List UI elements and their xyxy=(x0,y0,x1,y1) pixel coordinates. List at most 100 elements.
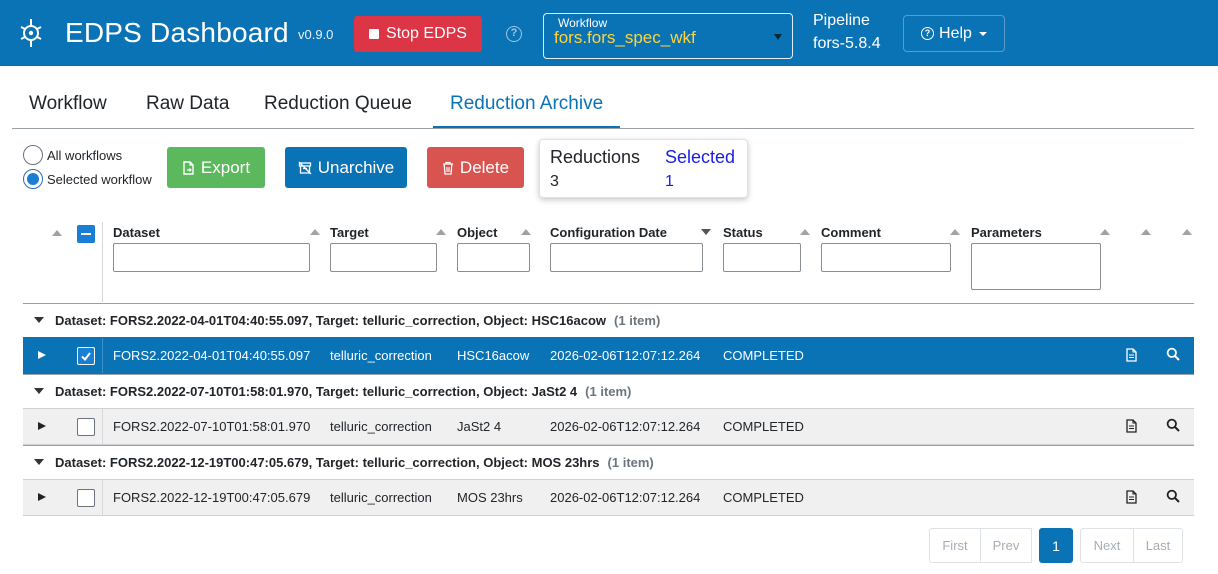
group-title: Dataset: FORS2.2022-07-10T01:58:01.970, … xyxy=(55,384,631,399)
column-header-target[interactable]: Target xyxy=(330,225,369,240)
caret-down-icon[interactable] xyxy=(34,317,44,323)
tab-reduction-archive[interactable]: Reduction Archive xyxy=(433,86,621,128)
radio-all-workflows[interactable]: All workflows xyxy=(23,145,122,165)
select-all-checkbox[interactable] xyxy=(77,225,95,243)
selected-count-label: Selected xyxy=(665,147,736,167)
eso-logo-icon xyxy=(20,19,42,47)
checkmark-icon xyxy=(81,352,91,362)
unarchive-button[interactable]: Unarchive xyxy=(285,147,407,188)
filter-configuration-date-input[interactable] xyxy=(550,243,703,272)
sort-icon[interactable] xyxy=(800,229,810,235)
search-icon[interactable] xyxy=(1166,489,1180,503)
column-header-status[interactable]: Status xyxy=(723,225,763,240)
column-divider xyxy=(102,338,103,373)
search-icon[interactable] xyxy=(1166,418,1180,432)
unarchive-icon xyxy=(298,161,312,174)
sort-icon[interactable] xyxy=(950,229,960,235)
sort-icon[interactable] xyxy=(521,229,531,235)
sort-icon[interactable] xyxy=(1182,229,1192,235)
tab-workflow[interactable]: Workflow xyxy=(12,86,124,128)
row-checkbox[interactable] xyxy=(77,347,95,365)
document-icon[interactable] xyxy=(1126,490,1137,504)
export-button[interactable]: Export xyxy=(167,147,265,188)
group-header-row[interactable]: Dataset: FORS2.2022-04-01T04:40:55.097, … xyxy=(23,303,1194,337)
group-header-row[interactable]: Dataset: FORS2.2022-12-19T00:47:05.679, … xyxy=(23,445,1194,479)
workflow-select-value: fors.fors_spec_wkf xyxy=(554,28,696,47)
cell-target: telluric_correction xyxy=(330,490,432,505)
workflow-select[interactable]: Workflow fors.fors_spec_wkf xyxy=(543,13,793,59)
pipeline-label: Pipeline xyxy=(813,12,870,29)
table-row[interactable]: FORS2.2022-12-19T00:47:05.679 telluric_c… xyxy=(23,479,1194,516)
filter-status-input[interactable] xyxy=(723,243,801,272)
radio-selected-workflow-control[interactable] xyxy=(23,169,43,189)
help-dropdown-button[interactable]: ? Help xyxy=(903,15,1005,52)
expand-row-icon[interactable] xyxy=(38,493,46,501)
caret-down-icon[interactable] xyxy=(34,459,44,465)
table-row[interactable]: FORS2.2022-07-10T01:58:01.970 telluric_c… xyxy=(23,408,1194,445)
pagination-next[interactable]: Next xyxy=(1080,528,1134,563)
sort-icon[interactable] xyxy=(1100,229,1110,235)
sort-icon[interactable] xyxy=(436,229,446,235)
column-header-parameters[interactable]: Parameters xyxy=(971,225,1042,240)
caret-down-icon[interactable] xyxy=(34,388,44,394)
column-header-configuration-date[interactable]: Configuration Date xyxy=(550,225,667,240)
group-title: Dataset: FORS2.2022-04-01T04:40:55.097, … xyxy=(55,313,660,328)
row-checkbox[interactable] xyxy=(77,418,95,436)
delete-label: Delete xyxy=(459,157,510,177)
delete-button[interactable]: Delete xyxy=(427,147,524,188)
document-icon[interactable] xyxy=(1126,419,1137,433)
filter-parameters-input[interactable] xyxy=(971,243,1101,290)
stop-edps-button[interactable]: Stop EDPS xyxy=(354,16,482,52)
column-header-comment[interactable]: Comment xyxy=(821,225,881,240)
pagination-page-1[interactable]: 1 xyxy=(1039,528,1073,563)
document-icon[interactable] xyxy=(1126,348,1137,362)
filter-dataset-input[interactable] xyxy=(113,243,310,272)
radio-selected-workflow[interactable]: Selected workflow xyxy=(23,169,152,189)
group-count: (1 item) xyxy=(614,313,661,328)
sort-desc-icon[interactable] xyxy=(701,229,711,235)
column-header-dataset[interactable]: Dataset xyxy=(113,225,160,240)
expand-row-icon[interactable] xyxy=(38,422,46,430)
export-label: Export xyxy=(200,157,251,177)
cell-configuration-date: 2026-02-06T12:07:12.264 xyxy=(550,348,701,363)
column-divider xyxy=(102,222,103,302)
table-row[interactable]: FORS2.2022-04-01T04:40:55.097 telluric_c… xyxy=(23,337,1194,374)
group-title-text: Dataset: FORS2.2022-12-19T00:47:05.679, … xyxy=(55,455,600,470)
stop-edps-label: Stop EDPS xyxy=(386,25,467,42)
help-label: Help xyxy=(939,24,972,42)
cell-status: COMPLETED xyxy=(723,348,804,363)
app-title: EDPS Dashboard xyxy=(65,17,289,48)
version-label: v0.9.0 xyxy=(298,27,334,42)
group-header-row[interactable]: Dataset: FORS2.2022-07-10T01:58:01.970, … xyxy=(23,374,1194,408)
tab-reduction-queue[interactable]: Reduction Queue xyxy=(247,86,429,128)
filter-comment-input[interactable] xyxy=(821,243,951,272)
trash-icon xyxy=(442,161,453,175)
expand-row-icon[interactable] xyxy=(38,351,46,359)
cell-target: telluric_correction xyxy=(330,419,432,434)
pagination-last[interactable]: Last xyxy=(1133,528,1183,563)
column-divider xyxy=(102,409,103,444)
caret-down-icon xyxy=(774,34,782,40)
sort-icon[interactable] xyxy=(52,230,62,236)
cell-configuration-date: 2026-02-06T12:07:12.264 xyxy=(550,490,701,505)
selected-count-value: 1 xyxy=(665,173,674,190)
question-circle-icon[interactable]: ? xyxy=(506,26,522,42)
unarchive-label: Unarchive xyxy=(317,157,395,177)
reductions-count-label: Reductions xyxy=(550,147,641,167)
cell-configuration-date: 2026-02-06T12:07:12.264 xyxy=(550,419,701,434)
sort-icon[interactable] xyxy=(310,229,320,235)
column-header-object[interactable]: Object xyxy=(457,225,497,240)
row-checkbox[interactable] xyxy=(77,489,95,507)
filter-target-input[interactable] xyxy=(330,243,437,272)
sort-icon[interactable] xyxy=(1141,229,1151,235)
pagination-first[interactable]: First xyxy=(929,528,981,563)
pipeline-value: fors-5.8.4 xyxy=(813,35,881,52)
tab-raw-data[interactable]: Raw Data xyxy=(129,86,246,128)
filter-object-input[interactable] xyxy=(457,243,530,272)
stop-icon xyxy=(369,29,380,39)
search-icon[interactable] xyxy=(1166,347,1180,361)
cell-status: COMPLETED xyxy=(723,419,804,434)
cell-dataset: FORS2.2022-07-10T01:58:01.970 xyxy=(113,419,311,434)
pagination-prev[interactable]: Prev xyxy=(980,528,1032,563)
radio-all-workflows-control[interactable] xyxy=(23,145,43,165)
